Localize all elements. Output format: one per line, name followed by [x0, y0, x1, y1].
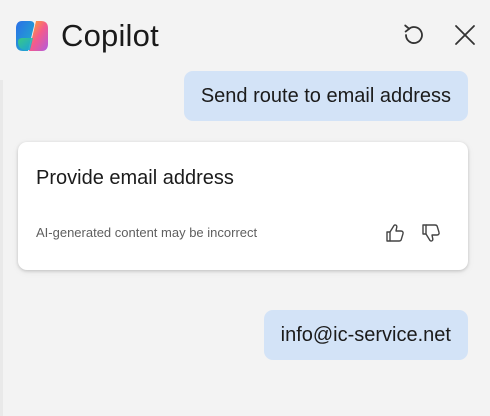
copilot-logo-icon — [14, 18, 50, 54]
close-icon — [455, 25, 475, 45]
copilot-header: Copilot — [0, 0, 490, 66]
app-title: Copilot — [61, 18, 159, 53]
refresh-button[interactable] — [399, 20, 429, 50]
assistant-message-text: Provide email address — [36, 167, 234, 189]
thumbs-up-button[interactable] — [382, 220, 408, 246]
thumbs-down-icon — [422, 224, 440, 242]
user-message-bubble-email: info@ic-service.net — [263, 310, 468, 360]
user-message-bubble: Send route to email address — [183, 71, 468, 121]
panel-left-edge — [0, 80, 3, 416]
close-button[interactable] — [450, 20, 480, 50]
thumbs-down-button[interactable] — [418, 220, 444, 246]
ai-disclaimer: AI-generated content may be incorrect — [36, 225, 258, 240]
assistant-message-card: Provide email address AI-generated conte… — [18, 142, 468, 270]
thumbs-up-icon — [386, 224, 404, 242]
refresh-icon — [404, 24, 423, 44]
